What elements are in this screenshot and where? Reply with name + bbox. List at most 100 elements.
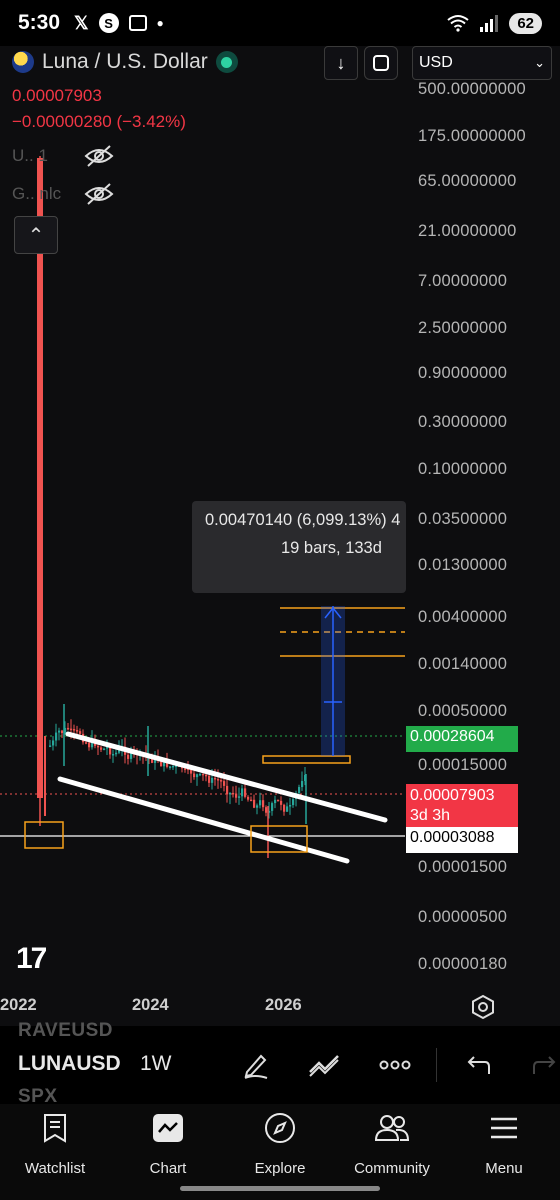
- last-price-tag-value: 0.00007903: [410, 787, 495, 804]
- home-indicator: [180, 1186, 380, 1191]
- price-axis-label: 0.00050000: [418, 702, 508, 720]
- price-axis-label: 7.00000000: [418, 272, 508, 290]
- symbol-history-item[interactable]: RAVEUSD: [18, 1020, 113, 1042]
- candle: [76, 730, 79, 732]
- candle: [88, 742, 91, 748]
- eye-off-icon[interactable]: [84, 182, 114, 206]
- chart-icon: [153, 1114, 183, 1142]
- candle: [67, 727, 70, 730]
- arrow-down-icon: ↓: [336, 52, 346, 73]
- fullscreen-button[interactable]: [364, 46, 398, 80]
- screenshot-icon: [128, 15, 147, 31]
- chevron-up-icon: ⌃: [27, 224, 45, 247]
- candle: [265, 807, 268, 813]
- nav-item-chart[interactable]: Chart: [113, 1110, 223, 1177]
- candle: [223, 781, 226, 786]
- undo-icon[interactable]: [460, 1048, 496, 1082]
- time-axis-label: 2026: [265, 996, 302, 1014]
- chevron-down-icon: ⌄: [534, 55, 545, 70]
- symbol-header[interactable]: Luna / U.S. Dollar: [12, 50, 238, 74]
- symbol-title[interactable]: Luna / U.S. Dollar: [42, 50, 208, 74]
- price-axis-label: 65.00000000: [418, 172, 517, 190]
- collapse-indicators-button[interactable]: ⌃: [14, 216, 58, 254]
- nav-item-watchlist[interactable]: Watchlist: [0, 1110, 110, 1177]
- candle: [274, 799, 277, 804]
- time-axis-label: 2024: [132, 996, 169, 1014]
- candle: [256, 805, 259, 808]
- trend-lines-icon[interactable]: [306, 1048, 342, 1082]
- candle: [232, 792, 235, 795]
- price-axis-label: 0.00000500: [418, 908, 508, 926]
- bottom-nav: Watchlist Chart Explore Community Menu: [0, 1104, 560, 1200]
- candle: [220, 780, 223, 782]
- bar-countdown: 3d 3h: [410, 807, 451, 824]
- more-icon[interactable]: [377, 1048, 413, 1082]
- candle: [115, 752, 118, 755]
- candle: [112, 753, 115, 756]
- candle: [292, 799, 295, 806]
- notification-icons: 𝕏 S ●: [74, 13, 164, 34]
- market-open-icon: [215, 51, 238, 73]
- candle: [259, 800, 262, 806]
- candle: [79, 731, 82, 734]
- currency-select[interactable]: USD ⌄: [412, 46, 552, 80]
- redo-icon[interactable]: [530, 1048, 560, 1082]
- indicator-row[interactable]: U.. 1: [12, 144, 114, 168]
- price-axis-label: 0.30000000: [418, 413, 508, 431]
- price-axis-label: 175.00000000: [418, 127, 526, 145]
- s-icon: S: [98, 13, 119, 33]
- candle: [199, 773, 202, 776]
- chart-pane[interactable]: Luna / U.S. Dollar ↓ USD ⌄ 0.00007903 −0…: [0, 46, 560, 1026]
- price-axis-label: 0.10000000: [418, 460, 508, 478]
- candle: [184, 768, 187, 770]
- candle: [247, 796, 250, 800]
- resistance-box: [262, 755, 351, 764]
- settings-icon[interactable]: [470, 994, 496, 1020]
- pencil-icon[interactable]: [238, 1048, 274, 1082]
- candle: [289, 805, 292, 807]
- interval-button[interactable]: 1W: [140, 1052, 172, 1076]
- eye-off-icon[interactable]: [84, 144, 114, 168]
- price-axis-label: 0.00015000: [418, 756, 508, 774]
- toolbar-divider: [436, 1048, 437, 1082]
- nav-label: Chart: [149, 1160, 187, 1177]
- nav-label: Watchlist: [24, 1160, 86, 1177]
- candle: [241, 788, 244, 797]
- price-axis-label: 0.00001500: [418, 858, 508, 876]
- candle: [196, 774, 199, 778]
- candle: [202, 773, 205, 776]
- candle: [97, 745, 100, 748]
- battery-level: 62: [517, 14, 534, 32]
- candle: [208, 775, 211, 783]
- signal-icon: [480, 15, 499, 32]
- x-icon: 𝕏: [74, 12, 89, 33]
- candle: [190, 769, 193, 774]
- spike-candle-body: [37, 158, 43, 798]
- nav-label: Community: [354, 1160, 430, 1177]
- candle: [61, 730, 64, 734]
- candle: [169, 766, 172, 768]
- nav-item-explore[interactable]: Explore: [225, 1110, 335, 1177]
- candle: [73, 729, 76, 731]
- nav-item-menu[interactable]: Menu: [449, 1110, 559, 1177]
- price-axis-label: 21.00000000: [418, 222, 517, 240]
- nav-item-community[interactable]: Community: [337, 1110, 447, 1177]
- price-axis-label: 0.00000180: [418, 955, 508, 973]
- chart-toolbar: RAVEUSD LUNAUSD 1W SPX: [0, 1020, 560, 1107]
- candle: [250, 799, 253, 802]
- tradingview-logo: 17: [16, 942, 47, 975]
- candle: [226, 785, 229, 795]
- watchlist-icon: [44, 1114, 66, 1143]
- indicator-row[interactable]: G.. nlc: [12, 182, 114, 206]
- candle: [58, 730, 61, 733]
- candle: [55, 732, 58, 741]
- candle: [244, 788, 247, 797]
- frame-icon: [373, 55, 389, 71]
- price-axis-label: 0.00400000: [418, 608, 508, 626]
- download-button[interactable]: ↓: [324, 46, 358, 80]
- price-axis-label: 0.03500000: [418, 510, 508, 528]
- candle: [283, 804, 286, 812]
- price-axis-label: 0.90000000: [418, 364, 508, 382]
- candle: [253, 799, 256, 808]
- active-symbol[interactable]: LUNAUSD: [18, 1052, 121, 1076]
